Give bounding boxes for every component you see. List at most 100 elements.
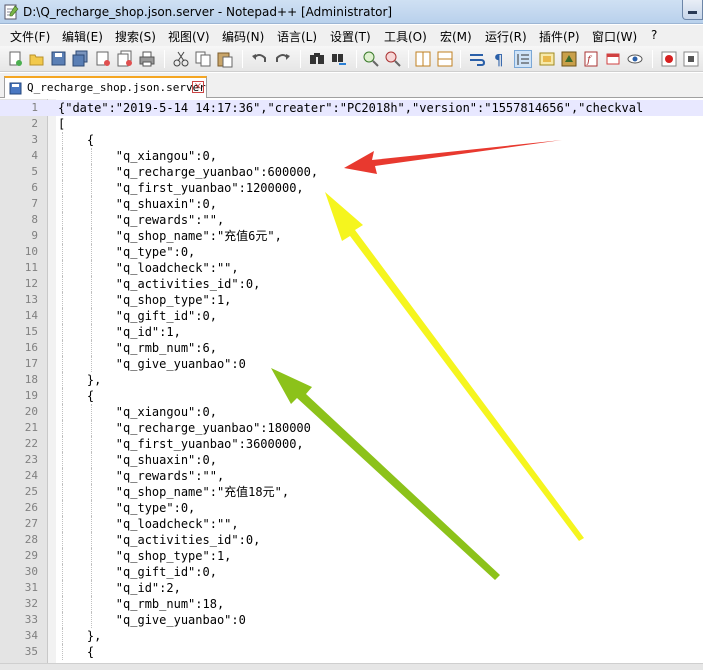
- code-line[interactable]: 29 "q_shop_type":1,: [0, 548, 703, 564]
- line-text: "q_id":2,: [58, 581, 181, 595]
- line-number: 29: [24, 549, 38, 562]
- close-all-icon[interactable]: [116, 50, 134, 68]
- editor[interactable]: 1 {"date":"2019-5-14 14:17:36","creater":…: [0, 99, 703, 670]
- menu-encoding[interactable]: 编码(N): [222, 28, 264, 45]
- code-line[interactable]: 2[: [0, 116, 703, 132]
- stop-record-icon[interactable]: [682, 50, 700, 68]
- new-file-icon[interactable]: [6, 50, 24, 68]
- code-line[interactable]: 32 "q_rmb_num":18,: [0, 596, 703, 612]
- code-line[interactable]: 11 "q_loadcheck":"",: [0, 260, 703, 276]
- folder-workspace-icon[interactable]: [604, 50, 622, 68]
- line-text: "q_type":0,: [58, 245, 196, 259]
- code-line[interactable]: 24 "q_rewards":"",: [0, 468, 703, 484]
- code-line[interactable]: 30 "q_gift_id":0,: [0, 564, 703, 580]
- word-wrap-icon[interactable]: [468, 50, 486, 68]
- record-macro-icon[interactable]: [660, 50, 678, 68]
- paste-icon[interactable]: [216, 50, 234, 68]
- line-text: "q_give_yuanbao":0: [58, 357, 246, 371]
- menu-plugins[interactable]: 插件(P): [539, 28, 580, 45]
- monitor-icon[interactable]: [626, 50, 644, 68]
- indent-guide-icon[interactable]: [514, 50, 532, 68]
- line-number: 6: [31, 181, 38, 194]
- menu-edit[interactable]: 编辑(E): [62, 28, 103, 45]
- function-list-icon[interactable]: f: [582, 50, 600, 68]
- find-icon[interactable]: [308, 50, 326, 68]
- undo-icon[interactable]: [250, 50, 268, 68]
- code-line[interactable]: 22 "q_first_yuanbao":3600000,: [0, 436, 703, 452]
- sync-vertical-icon[interactable]: [414, 50, 432, 68]
- code-line[interactable]: 23 "q_shuaxin":0,: [0, 452, 703, 468]
- menu-file[interactable]: 文件(F): [10, 28, 50, 45]
- svg-text:¶: ¶: [494, 51, 504, 68]
- menu-help[interactable]: ?: [651, 28, 657, 42]
- line-number: 22: [24, 437, 38, 450]
- menu-tools[interactable]: 工具(O): [384, 28, 427, 45]
- redo-icon[interactable]: [274, 50, 292, 68]
- code-line[interactable]: 18 },: [0, 372, 703, 388]
- code-line[interactable]: 19 {: [0, 388, 703, 404]
- code-line[interactable]: 9 "q_shop_name":"充值6元",: [0, 228, 703, 244]
- code-line[interactable]: 26 "q_type":0,: [0, 500, 703, 516]
- zoom-out-icon[interactable]: [384, 50, 402, 68]
- line-text: "q_type":0,: [58, 501, 196, 515]
- code-line[interactable]: 6 "q_first_yuanbao":1200000,: [0, 180, 703, 196]
- menu-macro[interactable]: 宏(M): [440, 28, 472, 45]
- open-file-icon[interactable]: [28, 50, 46, 68]
- code-line[interactable]: 7 "q_shuaxin":0,: [0, 196, 703, 212]
- tab-q-recharge-shop[interactable]: Q_recharge_shop.json.server ×: [4, 76, 207, 98]
- cut-icon[interactable]: [172, 50, 190, 68]
- code-line[interactable]: 28 "q_activities_id":0,: [0, 532, 703, 548]
- tab-close-icon[interactable]: ×: [192, 81, 204, 93]
- line-text: "q_xiangou":0,: [58, 405, 217, 419]
- code-line[interactable]: 4 "q_xiangou":0,: [0, 148, 703, 164]
- menu-window[interactable]: 窗口(W): [592, 28, 637, 45]
- line-text: "q_activities_id":0,: [58, 277, 261, 291]
- code-line[interactable]: 3 {: [0, 132, 703, 148]
- line-number: 11: [24, 261, 38, 274]
- line-number: 23: [24, 453, 38, 466]
- menu-run[interactable]: 运行(R): [485, 28, 527, 45]
- code-line[interactable]: 20 "q_xiangou":0,: [0, 404, 703, 420]
- close-icon[interactable]: [94, 50, 112, 68]
- title-bar: D:\Q_recharge_shop.json.server - Notepad…: [0, 0, 703, 24]
- code-line[interactable]: 21 "q_recharge_yuanbao":180000: [0, 420, 703, 436]
- code-line[interactable]: 34 },: [0, 628, 703, 644]
- line-number: 15: [24, 325, 38, 338]
- code-line[interactable]: 33 "q_give_yuanbao":0: [0, 612, 703, 628]
- code-line[interactable]: 5 "q_recharge_yuanbao":600000,: [0, 164, 703, 180]
- show-all-chars-icon[interactable]: ¶: [490, 50, 508, 68]
- menu-language[interactable]: 语言(L): [277, 28, 317, 45]
- menu-search[interactable]: 搜索(S): [115, 28, 156, 45]
- copy-icon[interactable]: [194, 50, 212, 68]
- line-number: 9: [31, 229, 38, 242]
- code-line[interactable]: 17 "q_give_yuanbao":0: [0, 356, 703, 372]
- line-text: "q_shop_type":1,: [58, 293, 232, 307]
- menu-view[interactable]: 视图(V): [168, 28, 210, 45]
- replace-icon[interactable]: [330, 50, 348, 68]
- file-icon: [9, 82, 22, 95]
- code-line[interactable]: 14 "q_gift_id":0,: [0, 308, 703, 324]
- line-number: 8: [31, 213, 38, 226]
- code-line[interactable]: 12 "q_activities_id":0,: [0, 276, 703, 292]
- code-line[interactable]: 27 "q_loadcheck":"",: [0, 516, 703, 532]
- print-icon[interactable]: [138, 50, 156, 68]
- sync-horizontal-icon[interactable]: [436, 50, 454, 68]
- code-line[interactable]: 13 "q_shop_type":1,: [0, 292, 703, 308]
- code-line[interactable]: 31 "q_id":2,: [0, 580, 703, 596]
- code-line[interactable]: 25 "q_shop_name":"充值18元",: [0, 484, 703, 500]
- minimize-button[interactable]: [682, 0, 703, 20]
- code-line[interactable]: 16 "q_rmb_num":6,: [0, 340, 703, 356]
- save-icon[interactable]: [50, 50, 68, 68]
- code-line[interactable]: 1 {"date":"2019-5-14 14:17:36","creater":…: [0, 100, 703, 116]
- doc-map-icon[interactable]: [560, 50, 578, 68]
- user-language-icon[interactable]: [538, 50, 556, 68]
- code-line[interactable]: 10 "q_type":0,: [0, 244, 703, 260]
- zoom-in-icon[interactable]: [362, 50, 380, 68]
- menu-settings[interactable]: 设置(T): [330, 28, 371, 45]
- save-all-icon[interactable]: [72, 50, 90, 68]
- code-line[interactable]: 8 "q_rewards":"",: [0, 212, 703, 228]
- code-line[interactable]: 15 "q_id":1,: [0, 324, 703, 340]
- line-text: "q_shuaxin":0,: [58, 197, 217, 211]
- code-line[interactable]: 35 {: [0, 644, 703, 660]
- horizontal-scrollbar[interactable]: [0, 663, 703, 670]
